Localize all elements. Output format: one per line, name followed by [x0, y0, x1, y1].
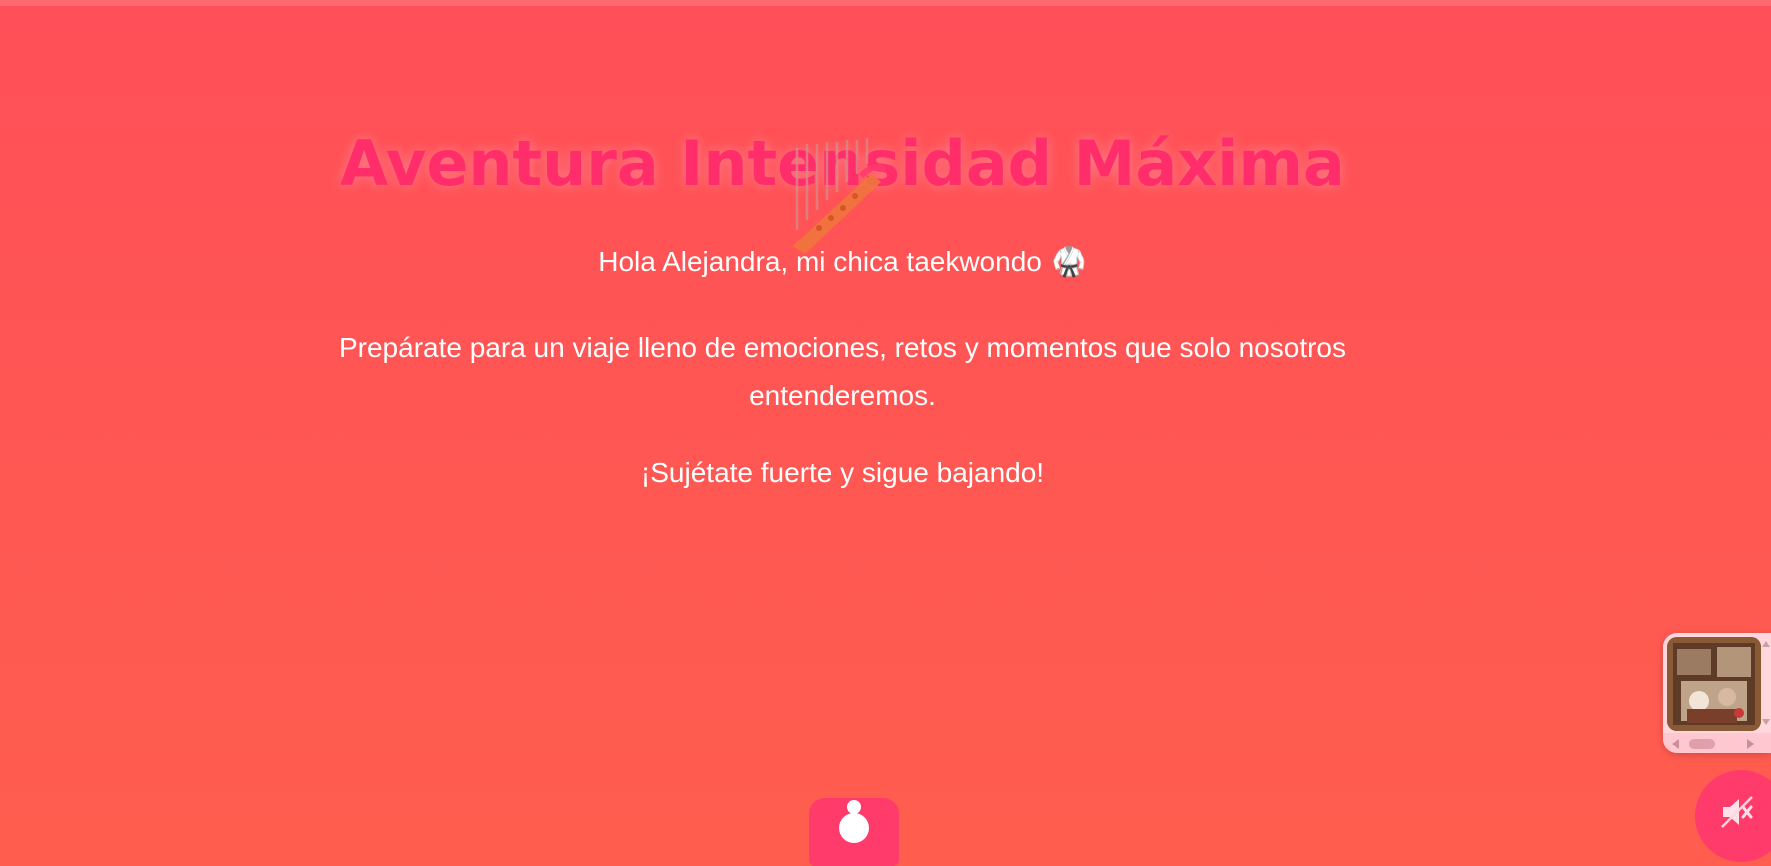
triangle-right-icon[interactable]	[1743, 737, 1757, 751]
person-icon	[839, 800, 869, 843]
greeting-line: Hola Alejandra, mi chica taekwondo 🥋	[0, 244, 1685, 280]
martial-arts-uniform-icon: 🥋	[1051, 245, 1087, 278]
hero-section: Aventura Intensidad Máxima Hola Alejandr…	[0, 0, 1685, 866]
album-cover[interactable]	[1667, 637, 1761, 731]
call-to-action: ¡Sujétate fuerte y sigue bajando!	[640, 457, 1045, 488]
scroll-up-arrow-icon[interactable]	[1761, 637, 1771, 657]
sound-toggle-button[interactable]	[1695, 770, 1771, 862]
scrollbar-thumb[interactable]	[1689, 739, 1715, 749]
scroll-down-arrow-icon[interactable]	[1761, 711, 1771, 731]
widget-scrollbar[interactable]	[1663, 733, 1771, 753]
music-widget[interactable]	[1663, 633, 1771, 753]
greeting-text: Hola Alejandra, mi chica taekwondo	[598, 246, 1042, 277]
speaker-muted-icon	[1721, 796, 1753, 828]
harp-icon	[793, 138, 887, 254]
scroll-down-button[interactable]	[809, 798, 899, 866]
triangle-left-icon[interactable]	[1669, 737, 1683, 751]
intro-paragraph: Prepárate para un viaje lleno de emocion…	[338, 332, 1346, 411]
